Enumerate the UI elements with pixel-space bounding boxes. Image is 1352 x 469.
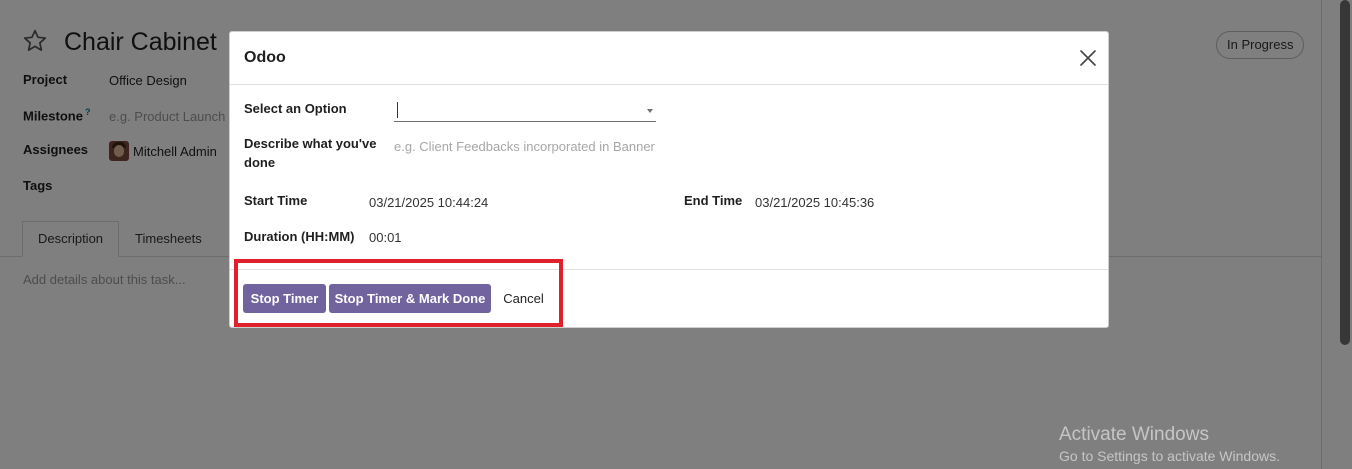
text-cursor	[397, 102, 398, 118]
select-option-dropdown[interactable]	[394, 99, 656, 122]
end-time-value: 03/21/2025 10:45:36	[755, 195, 875, 210]
duration-label: Duration (HH:MM)	[244, 229, 355, 244]
start-time-label: Start Time	[244, 193, 308, 208]
close-icon[interactable]	[1079, 49, 1097, 67]
watermark-subtitle: Go to Settings to activate Windows.	[1059, 448, 1280, 464]
highlight-box	[234, 259, 563, 327]
describe-label: Describe what you've done	[244, 136, 377, 170]
dialog-header: Odoo	[230, 32, 1108, 85]
watermark-title: Activate Windows	[1059, 424, 1209, 445]
dialog-title: Odoo	[244, 49, 286, 66]
chevron-down-icon[interactable]	[647, 109, 653, 113]
select-option-label: Select an Option	[244, 101, 347, 116]
windows-watermark: Activate Windows Go to Settings to activ…	[1059, 424, 1280, 464]
end-time-label: End Time	[684, 193, 743, 208]
duration-value: 00:01	[369, 230, 402, 245]
describe-input[interactable]	[394, 136, 684, 156]
start-time-value: 03/21/2025 10:44:24	[369, 195, 489, 210]
